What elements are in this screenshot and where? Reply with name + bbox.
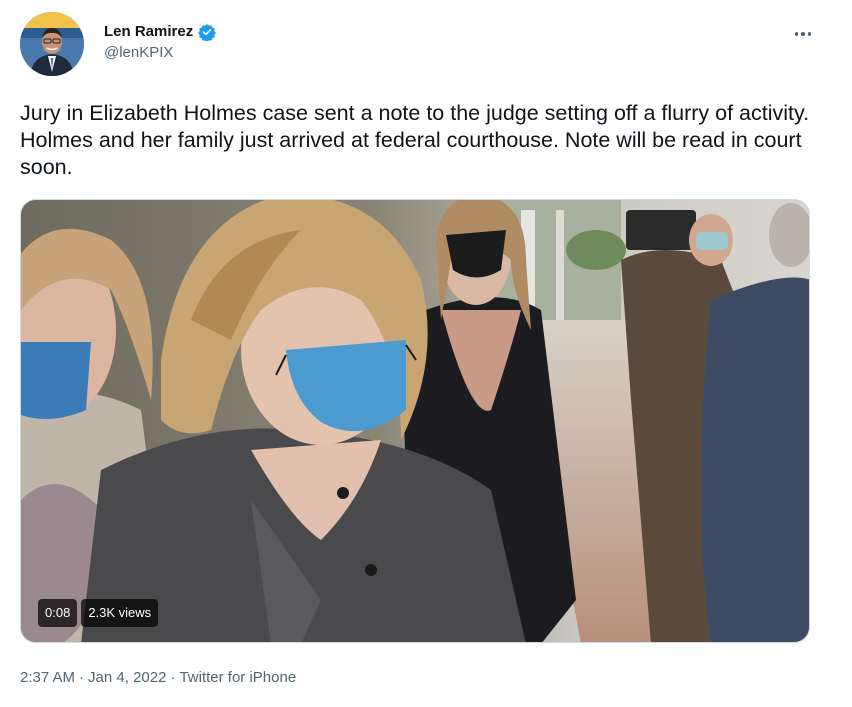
tweet-text: Jury in Elizabeth Holmes case sent a not… — [20, 101, 828, 179]
tweet-time[interactable]: 2:37 AM — [20, 668, 75, 688]
author-avatar[interactable] — [20, 12, 84, 76]
tweet-meta: 2:37 AM · Jan 4, 2022 · Twitter for iPho… — [20, 668, 296, 688]
ellipsis-icon — [807, 32, 812, 36]
author-handle[interactable]: @lenKPIX — [104, 43, 173, 63]
video-views-badge: 2.3K views — [81, 599, 159, 627]
video-badges: 0:08 2.3K views — [38, 599, 159, 627]
video-player[interactable] — [20, 199, 810, 643]
more-options-button[interactable] — [790, 24, 816, 44]
meta-separator: · — [170, 669, 176, 686]
video-duration-badge: 0:08 — [38, 599, 78, 627]
verified-badge-icon — [198, 23, 217, 42]
meta-separator: · — [79, 669, 85, 686]
author-name-row: Len Ramirez — [104, 22, 217, 42]
ellipsis-icon — [801, 32, 805, 36]
video-thumbnail — [21, 200, 809, 642]
ellipsis-icon — [794, 32, 799, 36]
tweet-date[interactable]: Jan 4, 2022 — [88, 668, 166, 688]
profile-photo-icon — [20, 12, 84, 76]
author-name[interactable]: Len Ramirez — [104, 22, 193, 42]
tweet-card: Len Ramirez @lenKPIX Jury in Elizabeth H… — [0, 0, 852, 707]
tweet-source[interactable]: Twitter for iPhone — [179, 668, 296, 688]
